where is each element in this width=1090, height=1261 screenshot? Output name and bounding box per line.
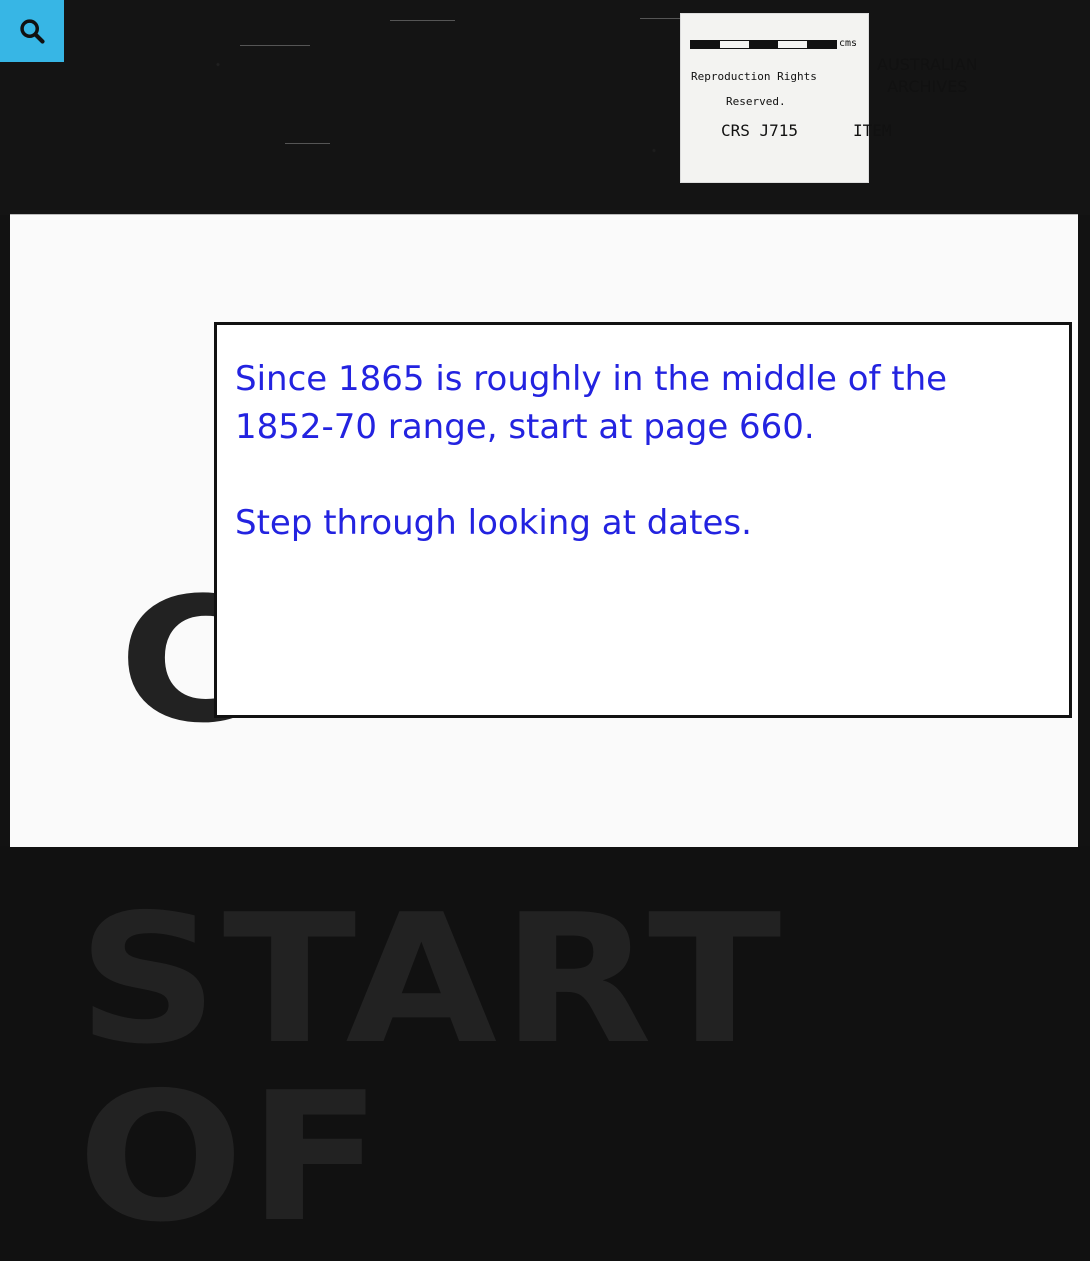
- page-heading-bottom: START OF: [77, 876, 786, 1261]
- callout-line-2: Step through looking at dates.: [235, 503, 752, 543]
- search-button[interactable]: [0, 0, 64, 62]
- item-label: ITEM: [853, 121, 892, 140]
- archive-stamp: cms Reproduction Rights Reserved. AUSTRA…: [681, 14, 978, 182]
- scale-unit-label: cms: [839, 38, 858, 49]
- scan-noise-line: [285, 143, 330, 144]
- archive-name: AUSTRALIAN ARCHIVES: [877, 55, 978, 96]
- crs-label: CRS J715: [721, 121, 799, 140]
- scale-bar: [690, 40, 837, 49]
- scan-noise-line: [390, 20, 455, 21]
- search-icon: [20, 19, 45, 44]
- reproduction-rights-label: Reproduction Rights: [691, 70, 817, 83]
- scan-noise-line: [240, 45, 310, 46]
- dark-header-area: cms Reproduction Rights Reserved. AUSTRA…: [0, 0, 1090, 215]
- callout-spacer: [235, 451, 1055, 499]
- callout-text: Since 1865 is roughly in the middle of t…: [235, 355, 1055, 547]
- callout-line-1: Since 1865 is roughly in the middle of t…: [235, 359, 948, 447]
- instruction-callout: Since 1865 is roughly in the middle of t…: [214, 322, 1072, 718]
- reserved-label: Reserved.: [726, 95, 786, 108]
- scan-noise-line: [640, 18, 680, 19]
